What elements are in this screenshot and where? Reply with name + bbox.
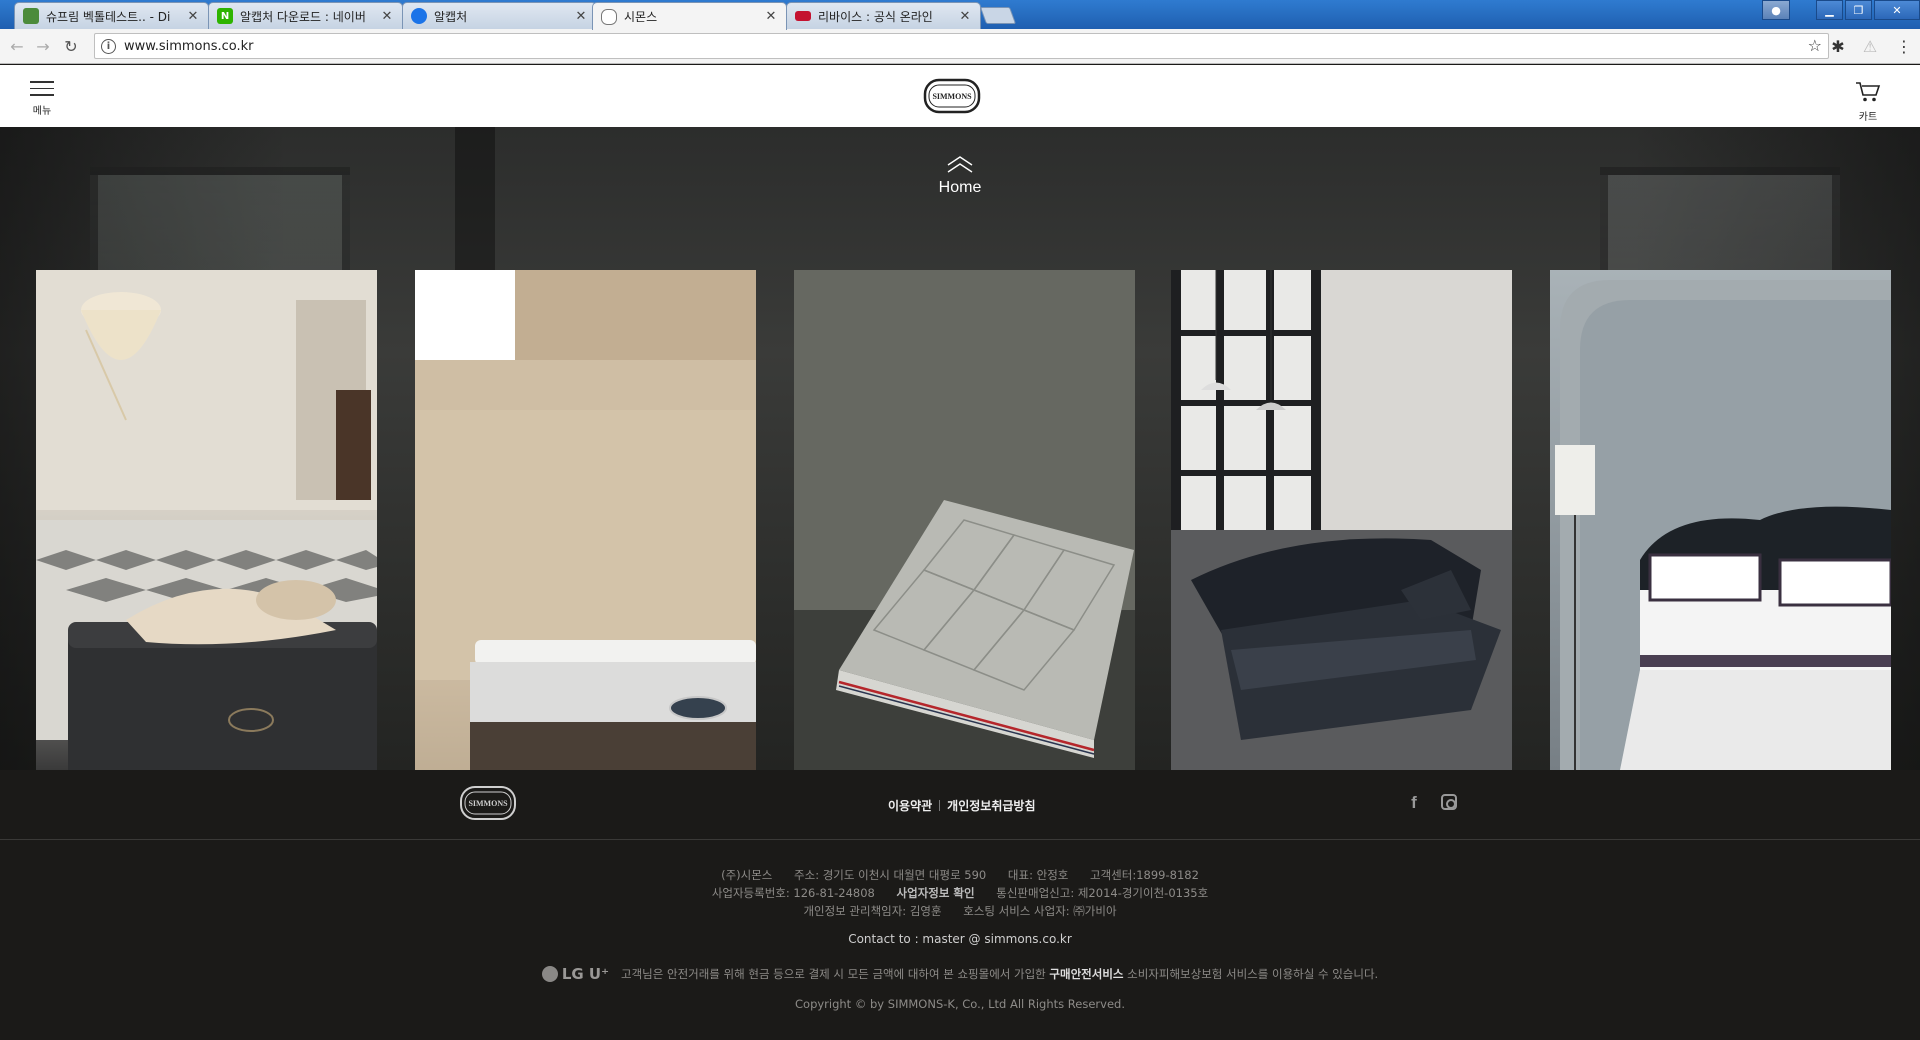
footer-simmons-logo[interactable]: SIMMONS (459, 785, 517, 821)
company-address: 주소: 경기도 이천시 대월면 대평로 590 (794, 868, 987, 882)
escrow-service-link[interactable]: 구매안전서비스 (1049, 966, 1123, 982)
home-label: Home (938, 179, 982, 196)
terms-link[interactable]: 이용약관 (888, 797, 932, 814)
footer-logo-text: SIMMONS (468, 799, 508, 808)
product-panel-beautyrest-black[interactable] (36, 270, 377, 770)
escrow-text-end: 소비자피해보상보험 서비스를 이용하실 수 있습니다. (1123, 967, 1379, 981)
back-icon[interactable]: ← (6, 35, 28, 57)
mail-order-registration: 통신판매업신고: 제2014-경기이천-0135호 (996, 886, 1209, 900)
favicon-icon: N (217, 8, 233, 24)
close-icon[interactable]: ✕ (380, 9, 394, 24)
tab-title: 알캡처 다운로드 : 네이버 (240, 9, 366, 24)
hero-section: Home (0, 127, 1920, 770)
favicon-icon (411, 8, 427, 24)
bedroom-image (1555, 280, 1891, 770)
business-info-link[interactable]: 사업자정보 확인 (897, 886, 975, 900)
footer-links: 이용약관 개인정보취급방침 (888, 797, 1036, 814)
company-name: (주)시몬스 (721, 868, 773, 882)
cart-label: 카트 (1858, 112, 1878, 123)
company-ceo: 대표: 안정호 (1007, 868, 1069, 882)
favicon-icon (23, 8, 39, 24)
company-info-row: (주)시몬스 주소: 경기도 이천시 대월면 대평로 590 대표: 안정호 고… (0, 866, 1920, 884)
minimize-button[interactable]: ▁ (1816, 0, 1843, 20)
extension-icon[interactable]: ⚠ (1860, 36, 1880, 56)
browser-tab[interactable]: N 알캡처 다운로드 : 네이버 ✕ (208, 2, 403, 29)
hamburger-icon (30, 81, 54, 83)
maximize-button[interactable]: ❐ (1845, 0, 1872, 20)
facebook-icon[interactable]: f (1405, 793, 1423, 812)
tab-title: 리바이스 : 공식 온라인 (818, 9, 933, 24)
chevron-up-icon (947, 156, 973, 173)
forward-icon[interactable]: → (32, 35, 54, 57)
new-tab-button[interactable] (979, 7, 1017, 24)
company-info-row: 개인정보 관리책임자: 김영훈 호스팅 서비스 사업자: ㈜가비아 (0, 902, 1920, 920)
company-info-row: 사업자등록번호: 126-81-24808 사업자정보 확인 통신판매업신고: … (0, 884, 1920, 902)
favicon-icon (601, 8, 617, 25)
chrome-menu-icon[interactable]: ⋮ (1894, 36, 1914, 56)
escrow-notice: LG U⁺ 고객님은 안전거래를 위해 현금 등으로 결제 시 모든 금액에 대… (0, 965, 1920, 983)
product-panel-beautyrest[interactable] (415, 270, 756, 770)
browser-tab[interactable]: 알캡처 ✕ (402, 2, 597, 29)
instagram-icon[interactable] (1441, 794, 1457, 810)
copyright: Copyright © by SIMMONS-K, Co., Ltd All R… (795, 997, 1125, 1011)
home-link[interactable]: Home (930, 155, 990, 197)
product-panel-bedroom[interactable] (1550, 270, 1891, 770)
close-icon[interactable]: ✕ (958, 9, 972, 24)
product-panel-sofa[interactable] (1171, 270, 1512, 770)
footer-top: SIMMONS 이용약관 개인정보취급방침 f (0, 770, 1920, 840)
browser-tab[interactable]: 리바이스 : 공식 온라인 ✕ (786, 2, 981, 29)
privacy-officer: 개인정보 관리책임자: 김영훈 (803, 904, 942, 918)
reload-icon[interactable]: ↻ (60, 35, 82, 57)
company-info: (주)시몬스 주소: 경기도 이천시 대월면 대평로 590 대표: 안정호 고… (0, 866, 1920, 920)
bookmark-star-icon[interactable]: ☆ (1808, 36, 1822, 55)
cart-icon (1856, 82, 1881, 102)
site-header: 메뉴 SIMMONS 카트 (0, 65, 1920, 127)
url-text: www.simmons.co.kr (124, 38, 254, 54)
escrow-text: 고객님은 안전거래를 위해 현금 등으로 결제 시 모든 금액에 대하여 본 쇼… (621, 967, 1050, 981)
tab-title: 시몬스 (624, 10, 658, 24)
close-icon[interactable]: ✕ (186, 9, 200, 24)
window-controls: ▁ ❐ ✕ (1814, 0, 1920, 20)
lgu-logo: LG U⁺ (541, 965, 610, 983)
privacy-policy-link[interactable]: 개인정보취급방침 (947, 797, 1035, 814)
business-number: 사업자등록번호: 126-81-24808 (711, 886, 875, 900)
mattress-image (415, 270, 756, 770)
social-links: f (1405, 793, 1457, 812)
lgu-circle-icon (541, 966, 558, 982)
browser-toolbar: ← → ↻ i www.simmons.co.kr ☆ ✱ ⚠ ⋮ (0, 29, 1920, 64)
menu-label: 메뉴 (32, 105, 52, 117)
divider (939, 800, 941, 811)
mattress-image (794, 270, 1135, 770)
mattress-image (36, 270, 377, 770)
tab-title: 알캡처 (434, 9, 468, 24)
close-icon[interactable]: ✕ (574, 9, 588, 24)
product-panel-quilted[interactable] (794, 270, 1135, 770)
contact-email[interactable]: Contact to : master @ simmons.co.kr (0, 932, 1920, 946)
extension-gear-icon[interactable]: ✱ (1828, 36, 1848, 56)
hosting-provider: 호스팅 서비스 사업자: ㈜가비아 (963, 904, 1117, 918)
browser-tab-active[interactable]: 시몬스 ✕ (592, 2, 787, 30)
close-window-button[interactable]: ✕ (1874, 0, 1920, 20)
cart-button[interactable]: 카트 (1852, 81, 1884, 123)
sofa-image (1171, 270, 1512, 770)
info-icon[interactable]: i (101, 38, 116, 54)
browser-tabstrip: 슈프림 벡톨테스트.. - Di ✕ N 알캡처 다운로드 : 네이버 ✕ 알캡… (0, 0, 1920, 30)
address-bar[interactable]: i www.simmons.co.kr ☆ (94, 33, 1829, 59)
favicon-icon (795, 11, 811, 21)
menu-button[interactable]: 메뉴 (28, 81, 56, 117)
customer-center: 고객센터:1899-8182 (1090, 868, 1199, 882)
simmons-logo[interactable]: SIMMONS (923, 78, 981, 114)
close-icon[interactable]: ✕ (764, 9, 778, 24)
logo-text: SIMMONS (932, 92, 972, 101)
browser-tab[interactable]: 슈프림 벡톨테스트.. - Di ✕ (14, 2, 209, 29)
tab-title: 슈프림 벡톨테스트.. - Di (46, 9, 171, 24)
user-icon[interactable]: ● (1762, 0, 1790, 20)
lgu-brand-text: LG U⁺ (561, 965, 610, 983)
